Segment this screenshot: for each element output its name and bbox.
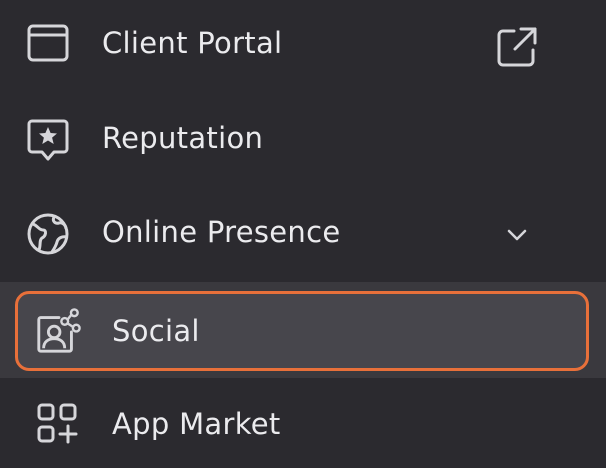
sidebar-item-label: Online Presence [102, 215, 341, 249]
sidebar-nav: Client Portal Reputation Online Presence… [0, 0, 606, 468]
sidebar-item-label: Social [112, 314, 200, 348]
apps-grid-plus-icon [34, 400, 82, 448]
social-profile-share-icon [34, 307, 82, 355]
sidebar-item-client-portal[interactable]: Client Portal [0, 0, 606, 92]
browser-window-icon [24, 20, 72, 68]
sidebar-item-social[interactable]: Social [15, 291, 589, 371]
chevron-down-icon[interactable] [504, 222, 530, 248]
sidebar-item-app-market[interactable]: App Market [0, 378, 606, 468]
external-link-icon[interactable] [494, 24, 540, 70]
globe-icon [24, 210, 72, 258]
sidebar-item-label: App Market [112, 407, 281, 441]
sidebar-item-social-row: Social [0, 282, 606, 378]
sidebar-item-reputation[interactable]: Reputation [0, 94, 606, 188]
sidebar-item-label: Client Portal [102, 26, 283, 60]
sidebar-item-online-presence[interactable]: Online Presence [0, 188, 606, 282]
sidebar-item-label: Reputation [102, 121, 264, 155]
star-message-icon [24, 116, 72, 164]
